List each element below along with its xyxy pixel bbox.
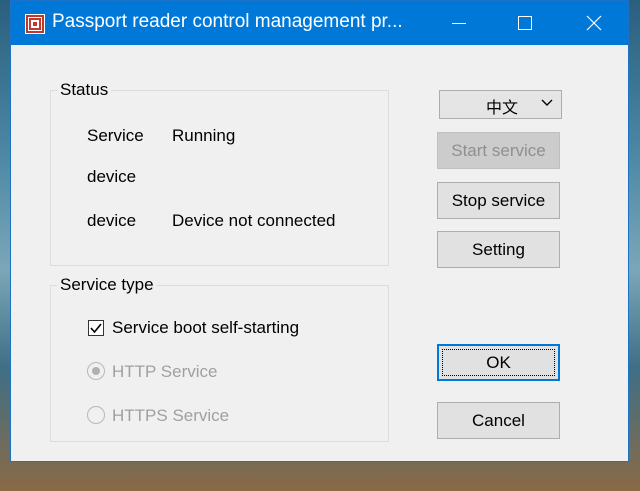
service-status-value: Running [172,126,236,145]
service-label: Service [87,126,144,145]
language-select[interactable]: 中文 [439,90,562,119]
boot-self-start-label[interactable]: Service boot self-starting [112,318,299,338]
cancel-button[interactable]: Cancel [437,402,560,439]
chevron-down-icon [541,99,553,106]
status-group: Status Service Running device device Dev… [50,80,389,266]
ok-button[interactable]: OK [437,344,560,381]
window-title: Passport reader control management pr... [52,11,403,32]
setting-button[interactable]: Setting [437,231,560,268]
boot-self-start-checkbox[interactable] [88,320,104,336]
service-type-group: Service type Service boot self-starting … [50,275,389,442]
close-button[interactable] [571,1,617,45]
device-label: device [87,167,137,186]
checkmark-icon [90,323,102,334]
http-service-label[interactable]: HTTP Service [112,362,218,382]
status-group-label: Status [57,80,112,100]
https-service-radio[interactable] [87,406,105,424]
app-logo-icon [25,14,45,34]
close-icon [586,15,602,31]
device-connection-label: device [87,211,137,230]
start-service-button[interactable]: Start service [437,132,560,169]
minimize-button[interactable] [436,1,482,45]
language-select-value: 中文 [486,98,519,117]
title-bar[interactable]: Passport reader control management pr... [11,1,628,45]
maximize-button[interactable] [501,1,547,45]
http-service-radio[interactable] [87,362,105,380]
dialog-window: Passport reader control management pr...… [10,0,629,462]
service-type-group-label: Service type [57,275,157,295]
stop-service-button[interactable]: Stop service [437,182,560,219]
https-service-label[interactable]: HTTPS Service [112,406,229,426]
device-connection-value: Device not connected [172,211,336,230]
focus-indicator [442,349,555,376]
